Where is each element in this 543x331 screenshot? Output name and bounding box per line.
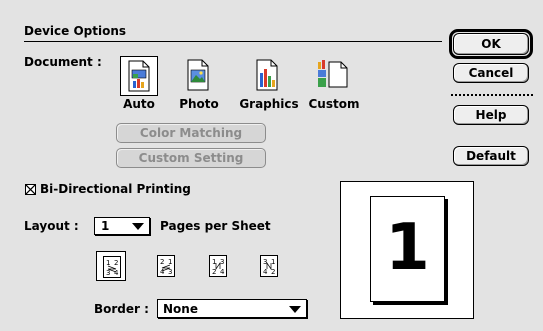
layout-label: Layout : [24, 219, 79, 233]
chevron-down-icon [289, 306, 301, 313]
svg-text:1: 1 [271, 258, 275, 266]
bidirectional-label[interactable]: Bi-Directional Printing [40, 182, 191, 196]
custom-setting-button[interactable]: Custom Setting [116, 148, 266, 168]
graphics-document-icon [256, 59, 278, 91]
svg-text:4: 4 [263, 268, 268, 276]
doc-type-graphics-button[interactable] [250, 57, 286, 95]
doc-type-auto-label: Auto [123, 97, 155, 111]
default-button[interactable]: Default [453, 146, 529, 166]
doc-type-custom-label: Custom [308, 97, 360, 111]
doc-type-photo-label: Photo [179, 97, 219, 111]
layout-order-3-button[interactable]: 13 24 [203, 251, 233, 281]
preview-page-number: 1 [385, 211, 430, 285]
checkmark-icon [26, 185, 35, 194]
svg-text:4: 4 [220, 268, 225, 276]
doc-type-photo-button[interactable] [181, 57, 217, 95]
layout-order-2-button[interactable]: 21 43 [151, 251, 181, 281]
border-select[interactable]: None [157, 299, 307, 318]
ok-button[interactable]: OK [453, 33, 529, 55]
doc-type-auto-button[interactable] [120, 56, 158, 96]
doc-type-graphics-label: Graphics [239, 97, 299, 111]
cancel-button[interactable]: Cancel [453, 63, 529, 83]
preview-page: 1 [370, 196, 445, 302]
layout-pages-value: 1 [101, 219, 110, 233]
custom-document-icon [318, 60, 348, 88]
layout-order-3-icon: 13 24 [209, 255, 227, 277]
svg-text:2: 2 [271, 268, 275, 276]
bidirectional-checkbox[interactable] [25, 184, 36, 195]
layout-order-1-button[interactable]: 12 34 [96, 251, 126, 281]
layout-order-4-button[interactable]: 31 42 [254, 251, 284, 281]
photo-document-icon [187, 59, 209, 91]
border-value: None [163, 302, 198, 316]
svg-text:3: 3 [220, 258, 224, 266]
svg-text:4: 4 [114, 269, 119, 277]
section-divider [24, 41, 442, 42]
svg-text:2: 2 [114, 259, 118, 267]
auto-document-icon [128, 60, 150, 92]
svg-text:4: 4 [160, 268, 165, 276]
layout-suffix-label: Pages per Sheet [160, 219, 271, 233]
button-separator [451, 94, 533, 96]
svg-text:3: 3 [168, 268, 172, 276]
svg-text:3: 3 [106, 269, 110, 277]
chevron-down-icon [132, 223, 144, 230]
layout-order-2-icon: 21 43 [157, 255, 175, 277]
doc-type-custom-button[interactable] [313, 57, 353, 95]
svg-text:2: 2 [160, 258, 164, 266]
svg-text:1: 1 [168, 258, 172, 266]
border-label: Border : [94, 302, 149, 316]
help-button[interactable]: Help [453, 105, 529, 125]
layout-pages-select[interactable]: 1 [94, 217, 150, 235]
document-label: Document : [24, 55, 102, 69]
section-title: Device Options [24, 24, 127, 38]
color-matching-button[interactable]: Color Matching [116, 123, 266, 143]
layout-order-1-icon: 12 34 [103, 256, 121, 278]
layout-order-4-icon: 31 42 [260, 255, 278, 277]
